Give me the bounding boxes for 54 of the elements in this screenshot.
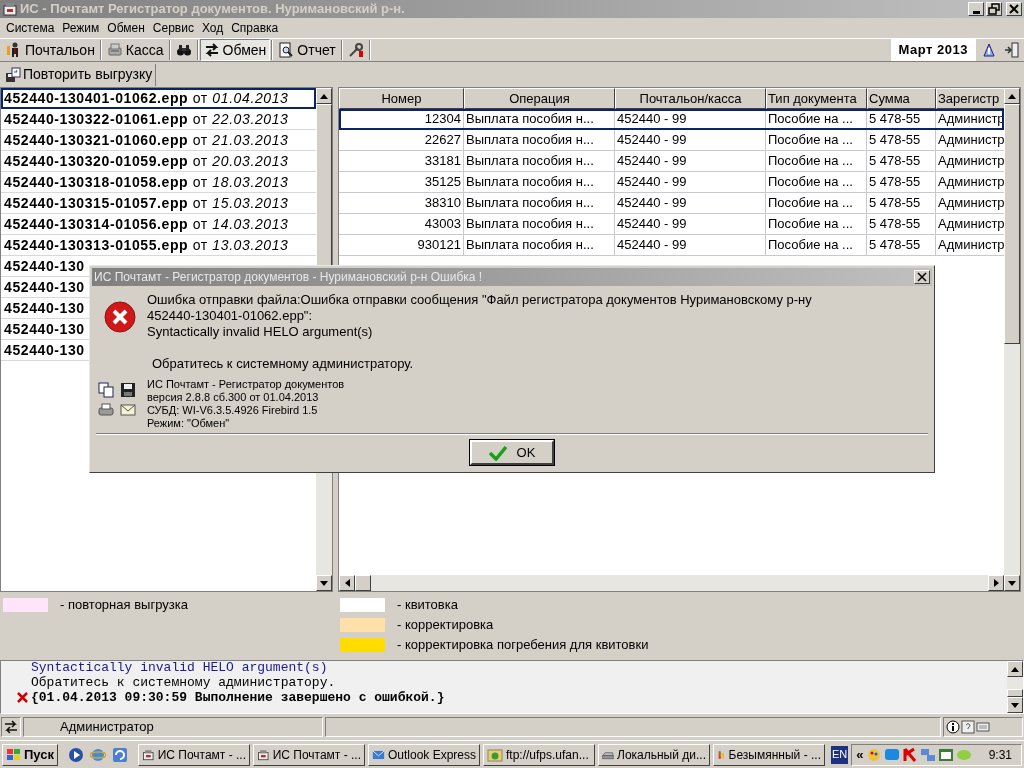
error-message: Ошибка отправки файла:Ошибка отправки сообщения "Файл регистратора документов Нуримановскому р-ну: [147, 292, 812, 308]
clock: 9:31: [988, 746, 1013, 764]
table-cell: 5 478-55: [867, 109, 936, 130]
dialog-title: ИС Почтамт - Регистратор документов - Нуримановский р-н Ошибка !: [94, 269, 483, 286]
table-cell: Выплата пособия н...: [464, 214, 615, 235]
table-cell: 452440 - 99: [615, 130, 766, 151]
table-cell: 930121: [339, 235, 464, 256]
table-cell: 452440 - 99: [615, 214, 766, 235]
version-info: версия 2.8.8 сб.300 от 01.04.2013: [147, 391, 320, 404]
error-advice: Обратитесь к системному администратору.: [151, 356, 415, 372]
table-cell: 5 478-55: [867, 130, 936, 151]
status-user: Администратор: [60, 718, 154, 737]
table-cell: 5 478-55: [867, 172, 936, 193]
table-cell: Пособие на ...: [766, 109, 867, 130]
table-cell: Пособие на ...: [766, 235, 867, 256]
table-cell: 12304: [339, 109, 464, 130]
error-message: 452440-130401-01062.epp":: [147, 308, 314, 324]
log-line: {01.04.2013 09:30:59 Выполнение завершено с ошибкой.}: [31, 690, 445, 705]
legend-label: - квитовка: [397, 596, 458, 615]
legend-label: - повторная выгрузка: [60, 596, 188, 615]
table-cell: 5 478-55: [867, 214, 936, 235]
window-title: ИС - Почтамт Регистратор документов. Нуримановский р-н.: [20, 0, 405, 19]
error-message: Syntactically invalid HELO argument(s): [147, 324, 374, 340]
version-info: ИС Почтамт - Регистратор документов: [147, 378, 345, 391]
table-cell: Выплата пособия н...: [464, 151, 615, 172]
table-cell: Выплата пособия н...: [464, 172, 615, 193]
table-cell: 452440 - 99: [615, 193, 766, 214]
table-cell: Выплата пособия н...: [464, 109, 615, 130]
table-cell: 43003: [339, 214, 464, 235]
table-cell: 5 478-55: [867, 193, 936, 214]
table-cell: 452440 - 99: [615, 151, 766, 172]
version-info: Режим: "Обмен": [147, 417, 231, 430]
table-cell: 38310: [339, 193, 464, 214]
table-cell: Выплата пособия н...: [464, 235, 615, 256]
table-cell: Выплата пособия н...: [464, 130, 615, 151]
table-cell: 33181: [339, 151, 464, 172]
legend-label: - корректировка погребения для квитовки: [397, 636, 649, 655]
log-line: Обратитесь к системному администратору.: [30, 675, 336, 690]
table-cell: Пособие на ...: [766, 172, 867, 193]
version-info: СУБД: WI-V6.3.5.4926 Firebird 1.5: [147, 404, 319, 417]
table-cell: 452440 - 99: [615, 109, 766, 130]
table-cell: Пособие на ...: [766, 214, 867, 235]
table-cell: Пособие на ...: [766, 151, 867, 172]
legend-label: - корректировка: [397, 616, 494, 635]
table-cell: 452440 - 99: [615, 235, 766, 256]
table-cell: Выплата пособия н...: [464, 193, 615, 214]
table-cell: 35125: [339, 172, 464, 193]
log-line: Syntactically invalid HELO argument(s): [30, 661, 328, 675]
table-cell: 5 478-55: [867, 235, 936, 256]
table-cell: Пособие на ...: [766, 130, 867, 151]
table-cell: Пособие на ...: [766, 193, 867, 214]
table-cell: 452440 - 99: [615, 172, 766, 193]
table-cell: 22627: [339, 130, 464, 151]
table-cell: 5 478-55: [867, 151, 936, 172]
